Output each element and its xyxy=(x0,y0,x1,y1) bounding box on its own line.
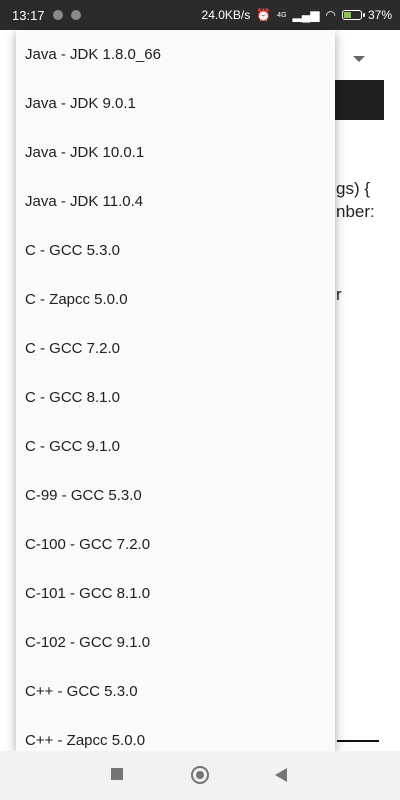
code-editor-text[interactable]: gs) { nber: xyxy=(336,177,375,223)
recents-square-icon[interactable] xyxy=(111,768,123,780)
code-line: nber: xyxy=(336,202,375,221)
dropdown-option[interactable]: C - GCC 7.2.0 xyxy=(16,324,335,373)
wifi-icon: ◠ xyxy=(325,8,336,22)
battery-percent: 37% xyxy=(367,8,392,22)
network-speed: 24.0KB/s xyxy=(201,8,251,22)
battery-icon xyxy=(341,10,365,20)
battery-level xyxy=(343,12,351,18)
dropdown-option[interactable]: C - GCC 8.1.0 xyxy=(16,373,335,422)
dropdown-option[interactable]: C - GCC 5.3.0 xyxy=(16,226,335,275)
dropdown-option[interactable]: C-100 - GCC 7.2.0 xyxy=(16,520,335,569)
dropdown-option[interactable]: C-99 - GCC 5.3.0 xyxy=(16,471,335,520)
language-dropdown-menu[interactable]: Java - JDK 1.8.0_66 Java - JDK 9.0.1 Jav… xyxy=(16,30,335,751)
system-navigation-bar xyxy=(0,751,400,800)
dropdown-option[interactable]: Java - JDK 11.0.4 xyxy=(16,177,335,226)
notification-dot-icon xyxy=(52,10,63,20)
dropdown-option[interactable]: C++ - GCC 5.3.0 xyxy=(16,667,335,716)
dropdown-option[interactable]: Java - JDK 9.0.1 xyxy=(16,79,335,128)
back-triangle-icon[interactable] xyxy=(275,768,287,782)
signal-icon: ▂▄▆ xyxy=(292,8,320,22)
code-line: r xyxy=(336,285,342,304)
dropdown-option[interactable]: Java - JDK 1.8.0_66 xyxy=(16,30,335,79)
status-bar: 13:17 24.0KB/s ⏰ 4G ▂▄▆ ◠ 37% xyxy=(0,0,400,30)
dropdown-option[interactable]: C - GCC 9.1.0 xyxy=(16,422,335,471)
dropdown-option[interactable]: C-102 - GCC 9.1.0 xyxy=(16,618,335,667)
language-dropdown-caret-icon[interactable] xyxy=(353,56,365,62)
notification-dot-icon xyxy=(70,10,81,20)
status-time: 13:17 xyxy=(12,7,45,23)
input-underline xyxy=(337,740,379,742)
dropdown-option[interactable]: Java - JDK 10.0.1 xyxy=(16,128,335,177)
home-circle-icon[interactable] xyxy=(191,766,209,784)
alarm-icon: ⏰ xyxy=(256,8,272,22)
code-line: gs) { xyxy=(336,179,371,198)
dropdown-option[interactable]: C++ - Zapcc 5.0.0 xyxy=(16,716,335,751)
dropdown-option[interactable]: C-101 - GCC 8.1.0 xyxy=(16,569,335,618)
dropdown-option[interactable]: C - Zapcc 5.0.0 xyxy=(16,275,335,324)
network-type: 4G xyxy=(277,11,287,19)
